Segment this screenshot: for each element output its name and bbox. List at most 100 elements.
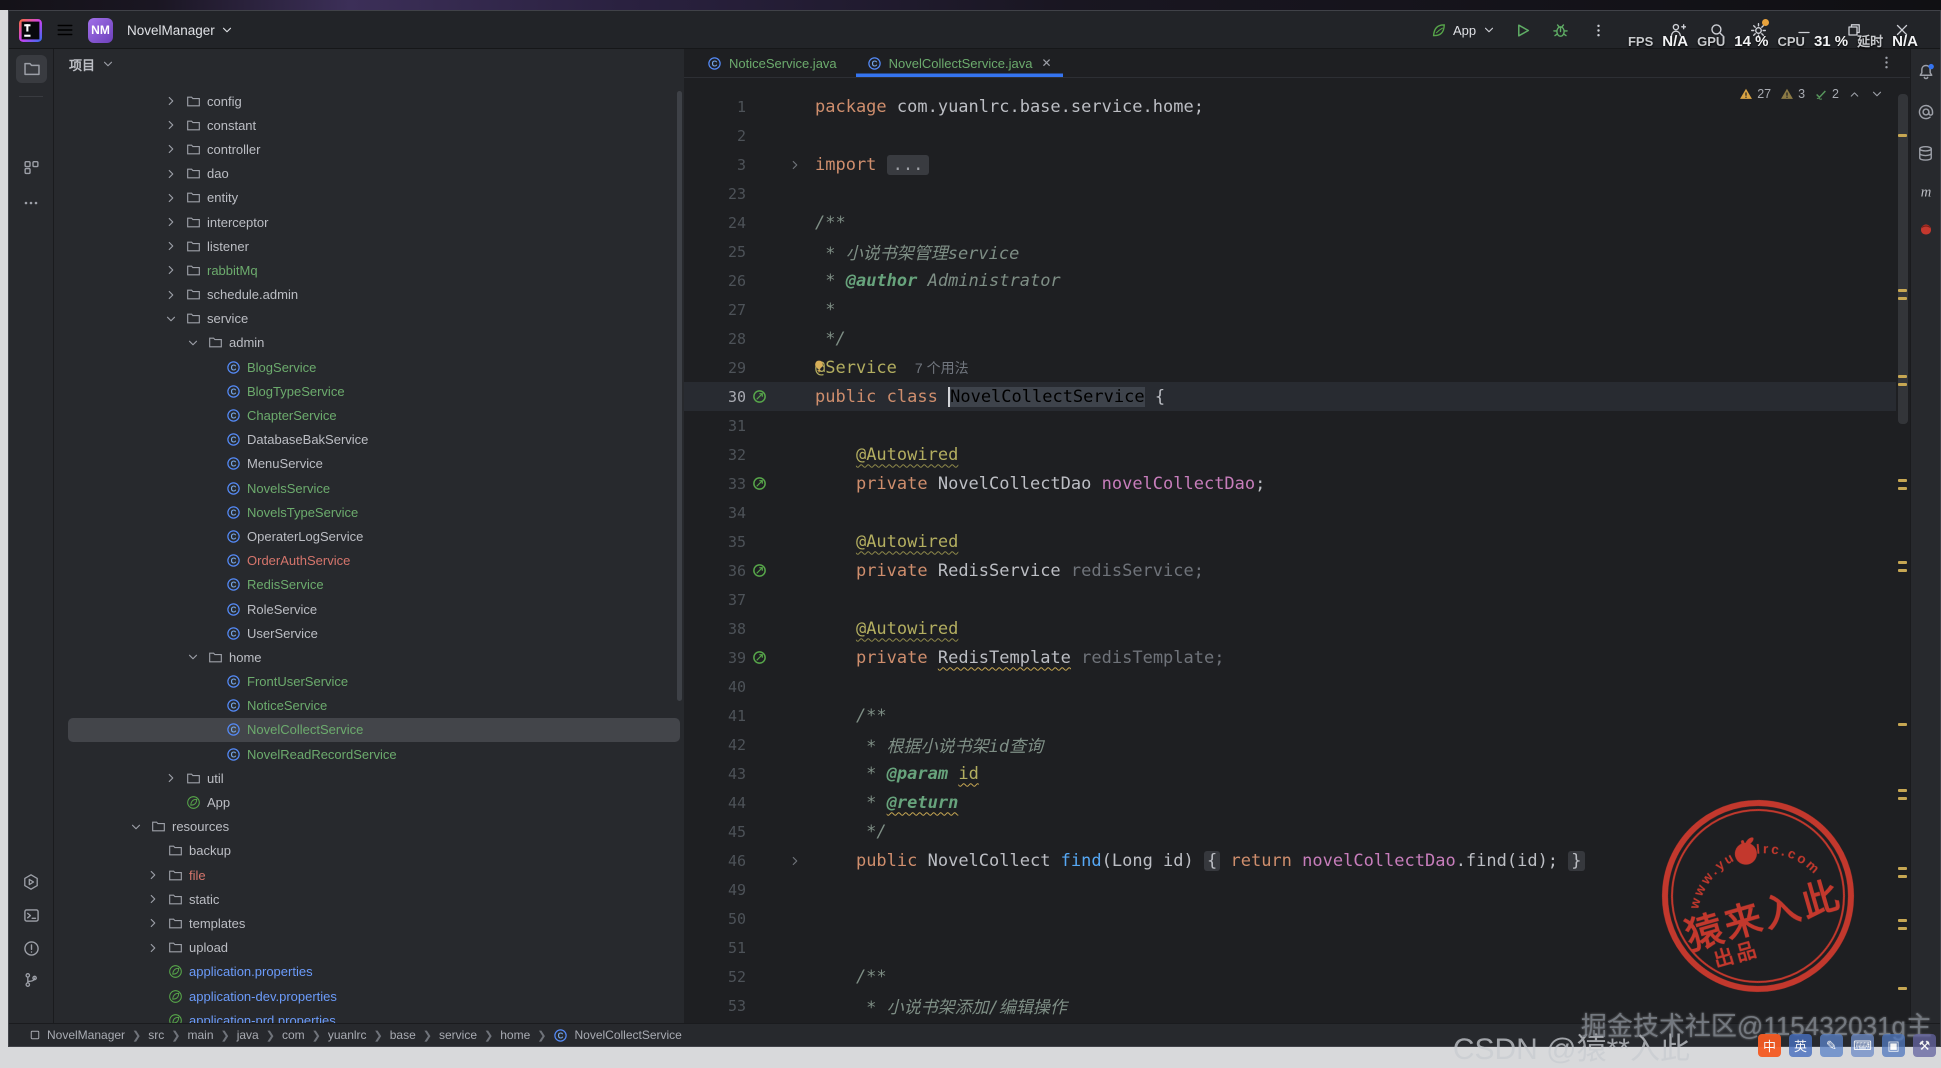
intention-bulb-icon[interactable]: [812, 359, 826, 379]
chevron-right-icon[interactable]: [164, 191, 186, 205]
warning-stripe-mark[interactable]: [1898, 723, 1907, 726]
chevron-right-icon[interactable]: [164, 94, 186, 108]
code-line-24[interactable]: 24 /**: [684, 208, 1896, 237]
ime-key-5[interactable]: ⚒: [1913, 1034, 1936, 1057]
tree-item-NovelsTypeService[interactable]: C NovelsTypeService: [54, 500, 684, 524]
chevron-right-icon[interactable]: [164, 215, 186, 229]
warnings-count[interactable]: 27: [1739, 87, 1771, 101]
stripe-tool-window-structure[interactable]: [9, 159, 53, 176]
chevron-right-icon[interactable]: [146, 892, 168, 906]
code-line-26[interactable]: 26 * @author Administrator: [684, 266, 1896, 295]
tree-item-NoticeService[interactable]: C NoticeService: [54, 694, 684, 718]
chevron-down-icon[interactable]: [129, 820, 151, 834]
tree-item-OperaterLogService[interactable]: C OperaterLogService: [54, 524, 684, 548]
ime-key-3[interactable]: ⌨: [1851, 1034, 1874, 1057]
code-line-33[interactable]: 33 private NovelCollectDao novelCollectD…: [684, 469, 1896, 498]
breadcrumb-home[interactable]: home: [500, 1028, 530, 1042]
tree-item-BlogTypeService[interactable]: C BlogTypeService: [54, 379, 684, 403]
tree-item-NovelCollectService[interactable]: C NovelCollectService: [68, 717, 680, 743]
tree-item-home[interactable]: home: [54, 645, 684, 669]
fold-region-icon[interactable]: [788, 854, 802, 868]
warning-stripe-mark[interactable]: [1898, 789, 1907, 792]
stripe-tool-window-run[interactable]: [9, 873, 53, 891]
project-name-widget[interactable]: NovelManager: [127, 23, 234, 38]
chevron-right-icon[interactable]: [164, 142, 186, 156]
passed-count[interactable]: 2: [1814, 87, 1839, 101]
ime-key-1[interactable]: 英: [1789, 1034, 1812, 1057]
chevron-right-icon[interactable]: [164, 288, 186, 302]
warning-stripe-mark[interactable]: [1898, 987, 1907, 990]
chevron-right-icon[interactable]: [164, 239, 186, 253]
tree-item-entity[interactable]: entity: [54, 186, 684, 210]
breadcrumb-main[interactable]: main: [187, 1028, 213, 1042]
tree-item-App[interactable]: App: [54, 790, 684, 814]
tab-NovelCollectService.java[interactable]: C NovelCollectService.java ✕: [856, 49, 1063, 77]
chevron-right-icon[interactable]: [164, 118, 186, 132]
chevron-right-icon[interactable]: [164, 771, 186, 785]
tree-item-resources[interactable]: resources: [54, 815, 684, 839]
warning-stripe-mark[interactable]: [1898, 797, 1907, 800]
debug-button[interactable]: [1552, 11, 1569, 49]
stripe-tool-window-database[interactable]: [1911, 145, 1940, 162]
ime-key-4[interactable]: ▣: [1882, 1034, 1905, 1057]
project-scrollbar[interactable]: [677, 91, 682, 701]
code-line-30[interactable]: 30 public class NovelCollectService {: [684, 382, 1896, 411]
stripe-notifications[interactable]: [1911, 63, 1940, 81]
warning-stripe-mark[interactable]: [1898, 297, 1907, 300]
tree-item-util[interactable]: util: [54, 766, 684, 790]
chevron-right-icon[interactable]: [146, 941, 168, 955]
chevron-right-icon[interactable]: [146, 868, 168, 882]
next-problem-icon[interactable]: [1870, 87, 1884, 101]
code-line-36[interactable]: 36 private RedisService redisService;: [684, 556, 1896, 585]
spring-bean-icon[interactable]: [752, 476, 767, 491]
tree-item-controller[interactable]: controller: [54, 137, 684, 161]
stripe-tool-window-project[interactable]: [16, 55, 47, 83]
previous-problem-icon[interactable]: [1848, 88, 1861, 101]
code-line-40[interactable]: 40: [684, 672, 1896, 701]
tree-item-service[interactable]: service: [54, 307, 684, 331]
code-line-25[interactable]: 25 * 小说书架管理service: [684, 237, 1896, 266]
warning-stripe-mark[interactable]: [1898, 487, 1907, 490]
stripe-more-tool-windows[interactable]: [9, 195, 53, 211]
tab-NoticeService.java[interactable]: C NoticeService.java: [696, 49, 848, 77]
warning-stripe-mark[interactable]: [1898, 867, 1907, 870]
tree-item-application-dev.properties[interactable]: application-dev.properties: [54, 984, 684, 1008]
tree-item-backup[interactable]: backup: [54, 839, 684, 863]
spring-bean-icon[interactable]: [752, 389, 767, 404]
project-panel-header[interactable]: 项目: [54, 49, 684, 79]
code-line-31[interactable]: 31: [684, 411, 1896, 440]
code-line-38[interactable]: 38 @Autowired: [684, 614, 1896, 643]
ime-key-2[interactable]: ✎: [1820, 1034, 1843, 1057]
code-line-2[interactable]: 2: [684, 121, 1896, 150]
spring-bean-icon[interactable]: [752, 563, 767, 578]
code-line-35[interactable]: 35 @Autowired: [684, 527, 1896, 556]
stripe-tool-window-terminal[interactable]: [9, 907, 53, 924]
tree-item-schedule.admin[interactable]: schedule.admin: [54, 283, 684, 307]
warning-stripe-mark[interactable]: [1898, 289, 1907, 292]
code-line-29[interactable]: 29 @Service 7 个用法: [684, 353, 1896, 382]
tab-close-icon[interactable]: ✕: [1041, 56, 1051, 70]
tree-item-ChapterService[interactable]: C ChapterService: [54, 403, 684, 427]
code-line-42[interactable]: 42 * 根据小说书架id查询: [684, 730, 1896, 759]
tree-item-listener[interactable]: listener: [54, 234, 684, 258]
fold-region-icon[interactable]: [788, 158, 802, 172]
tree-item-file[interactable]: file: [54, 863, 684, 887]
tree-item-RedisService[interactable]: C RedisService: [54, 573, 684, 597]
stripe-tool-window-git[interactable]: [9, 972, 53, 988]
stripe-tool-window-maven[interactable]: m: [1911, 183, 1940, 201]
tree-item-constant[interactable]: constant: [54, 113, 684, 137]
inspections-widget[interactable]: 27 3 2: [1739, 87, 1884, 101]
chevron-down-icon[interactable]: [164, 312, 186, 326]
breadcrumb-base[interactable]: base: [390, 1028, 416, 1042]
code-line-27[interactable]: 27 *: [684, 295, 1896, 324]
spring-bean-icon[interactable]: [752, 650, 767, 665]
code-line-1[interactable]: 1 package com.yuanlrc.base.service.home;: [684, 92, 1896, 121]
run-button[interactable]: [1514, 11, 1531, 49]
breadcrumb-yuanlrc[interactable]: yuanlrc: [328, 1028, 367, 1042]
stripe-tool-window-problems[interactable]: [9, 940, 53, 957]
tree-item-DatabaseBakService[interactable]: C DatabaseBakService: [54, 428, 684, 452]
tree-item-admin[interactable]: admin: [54, 331, 684, 355]
code-line-23[interactable]: 23: [684, 179, 1896, 208]
tree-item-dao[interactable]: dao: [54, 162, 684, 186]
tree-item-upload[interactable]: upload: [54, 936, 684, 960]
